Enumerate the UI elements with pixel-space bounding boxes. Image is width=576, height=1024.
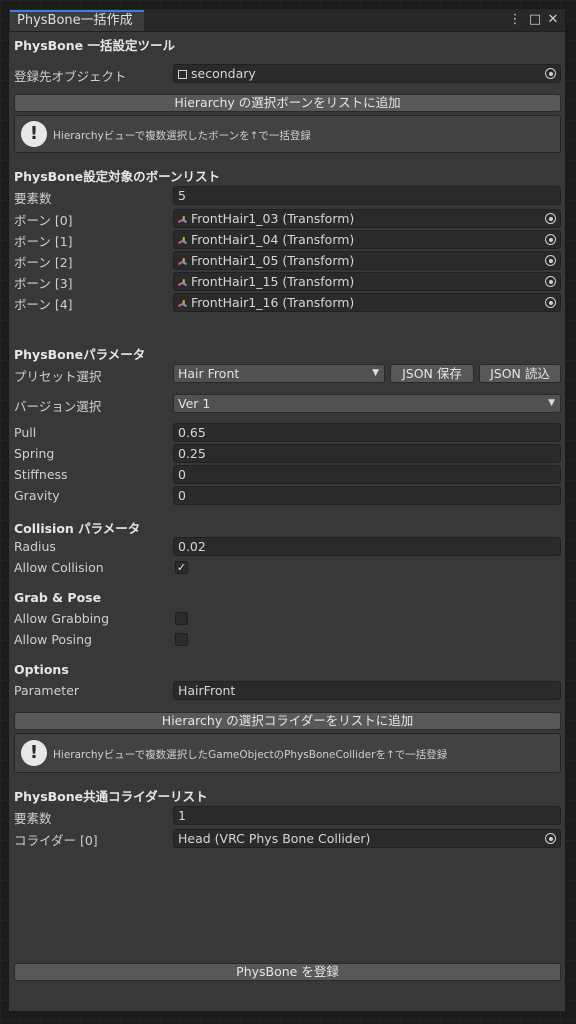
parameter-field[interactable]: HairFront xyxy=(173,681,561,700)
bones-help-text: Hierarchyビューで複数選択したボーンを↑で一括登録 xyxy=(53,130,311,142)
object-picker-icon[interactable] xyxy=(545,276,556,287)
preset-value: Hair Front xyxy=(178,366,240,381)
bone-label: ボーン [0] xyxy=(14,213,73,228)
gravity-label: Gravity xyxy=(14,488,60,503)
bone-label: ボーン [3] xyxy=(14,276,73,291)
bone-count-field[interactable]: 5 xyxy=(173,186,561,205)
parameter-label: Parameter xyxy=(14,683,80,698)
version-label: バージョン選択 xyxy=(14,399,102,414)
tab-bar: PhysBone一括作成 ⋮ □ ✕ xyxy=(9,9,565,32)
object-picker-icon[interactable] xyxy=(545,297,556,308)
colliders-help-box: ! Hierarchyビューで複数選択したGameObjectのPhysBone… xyxy=(14,733,561,773)
bone-label: ボーン [1] xyxy=(14,234,73,249)
allow-grabbing-checkbox[interactable] xyxy=(175,612,188,625)
colliders-help-text: Hierarchyビューで複数選択したGameObjectのPhysBoneCo… xyxy=(53,749,448,761)
pull-field[interactable]: 0.65 xyxy=(173,423,561,442)
info-icon: ! xyxy=(21,740,47,766)
json-load-button[interactable]: JSON 読込 xyxy=(479,364,561,383)
spring-label: Spring xyxy=(14,446,55,461)
info-icon: ! xyxy=(21,121,47,147)
more-options-icon[interactable]: ⋮ xyxy=(507,11,523,29)
spring-field[interactable]: 0.25 xyxy=(173,444,561,463)
target-object-field[interactable]: secondary xyxy=(173,64,561,83)
radius-field[interactable]: 0.02 xyxy=(173,537,561,556)
collider-field[interactable]: Head (VRC Phys Bone Collider) xyxy=(173,829,561,848)
chevron-down-icon: ▼ xyxy=(548,398,555,408)
bone-value: FrontHair1_05 (Transform) xyxy=(191,253,355,268)
allow-posing-label: Allow Posing xyxy=(14,632,92,647)
collider-list-header: PhysBone共通コライダーリスト xyxy=(14,789,208,804)
bone-count-label: 要素数 xyxy=(14,191,52,206)
chevron-down-icon: ▼ xyxy=(372,368,379,378)
transform-icon xyxy=(177,298,188,308)
transform-icon xyxy=(177,277,188,287)
tab-physbone-bulk[interactable]: PhysBone一括作成 xyxy=(10,10,144,31)
collider-value: Head (VRC Phys Bone Collider) xyxy=(178,831,371,846)
stiffness-label: Stiffness xyxy=(14,467,68,482)
bone-value: FrontHair1_16 (Transform) xyxy=(191,295,355,310)
bone-value: FrontHair1_03 (Transform) xyxy=(191,211,355,226)
add-selected-colliders-button[interactable]: Hierarchy の選択コライダーをリストに追加 xyxy=(14,712,561,730)
preset-label: プリセット選択 xyxy=(14,369,102,384)
target-object-value: secondary xyxy=(191,66,256,81)
stiffness-field[interactable]: 0 xyxy=(173,465,561,484)
version-dropdown[interactable]: Ver 1 ▼ xyxy=(173,394,561,413)
transform-icon xyxy=(177,235,188,245)
object-picker-icon[interactable] xyxy=(545,234,556,245)
grab-pose-header: Grab & Pose xyxy=(14,590,102,605)
allow-collision-label: Allow Collision xyxy=(14,560,104,575)
params-header: PhysBoneパラメータ xyxy=(14,347,146,362)
physbone-window: PhysBone一括作成 ⋮ □ ✕ PhysBone 一括設定ツール 登録先オ… xyxy=(8,8,566,1012)
register-physbone-button[interactable]: PhysBone を登録 xyxy=(14,963,561,981)
bone-label: ボーン [4] xyxy=(14,297,73,312)
bone-field[interactable]: FrontHair1_15 (Transform) xyxy=(173,272,561,291)
bone-value: FrontHair1_15 (Transform) xyxy=(191,274,355,289)
collider-label: コライダー [0] xyxy=(14,833,98,848)
bone-field[interactable]: FrontHair1_16 (Transform) xyxy=(173,293,561,312)
bones-help-box: ! Hierarchyビューで複数選択したボーンを↑で一括登録 xyxy=(14,115,561,153)
tool-title: PhysBone 一括設定ツール xyxy=(14,38,175,53)
transform-icon xyxy=(177,256,188,266)
bone-label: ボーン [2] xyxy=(14,255,73,270)
gameobject-icon xyxy=(178,70,187,79)
bone-list-header: PhysBone設定対象のボーンリスト xyxy=(14,169,221,184)
collider-count-label: 要素数 xyxy=(14,811,52,826)
object-picker-icon[interactable] xyxy=(545,213,556,224)
transform-icon xyxy=(177,214,188,224)
preset-dropdown[interactable]: Hair Front ▼ xyxy=(173,364,385,383)
collider-count-field[interactable]: 1 xyxy=(173,806,561,825)
maximize-icon[interactable]: □ xyxy=(527,11,543,29)
allow-posing-checkbox[interactable] xyxy=(175,633,188,646)
target-object-label: 登録先オブジェクト xyxy=(14,69,127,84)
bone-field[interactable]: FrontHair1_05 (Transform) xyxy=(173,251,561,270)
options-header: Options xyxy=(14,662,69,677)
pull-label: Pull xyxy=(14,425,37,440)
collision-header: Collision パラメータ xyxy=(14,521,141,536)
bone-field[interactable]: FrontHair1_03 (Transform) xyxy=(173,209,561,228)
allow-collision-checkbox[interactable]: ✓ xyxy=(175,561,188,574)
close-icon[interactable]: ✕ xyxy=(545,11,561,29)
json-save-button[interactable]: JSON 保存 xyxy=(390,364,474,383)
gravity-field[interactable]: 0 xyxy=(173,486,561,505)
allow-grabbing-label: Allow Grabbing xyxy=(14,611,110,626)
object-picker-icon[interactable] xyxy=(545,833,556,844)
add-selected-bones-button[interactable]: Hierarchy の選択ボーンをリストに追加 xyxy=(14,94,561,112)
tool-content: PhysBone 一括設定ツール 登録先オブジェクト secondary Hie… xyxy=(9,32,565,1011)
bone-value: FrontHair1_04 (Transform) xyxy=(191,232,355,247)
object-picker-icon[interactable] xyxy=(545,68,556,79)
version-value: Ver 1 xyxy=(178,396,211,411)
radius-label: Radius xyxy=(14,539,56,554)
object-picker-icon[interactable] xyxy=(545,255,556,266)
bone-field[interactable]: FrontHair1_04 (Transform) xyxy=(173,230,561,249)
